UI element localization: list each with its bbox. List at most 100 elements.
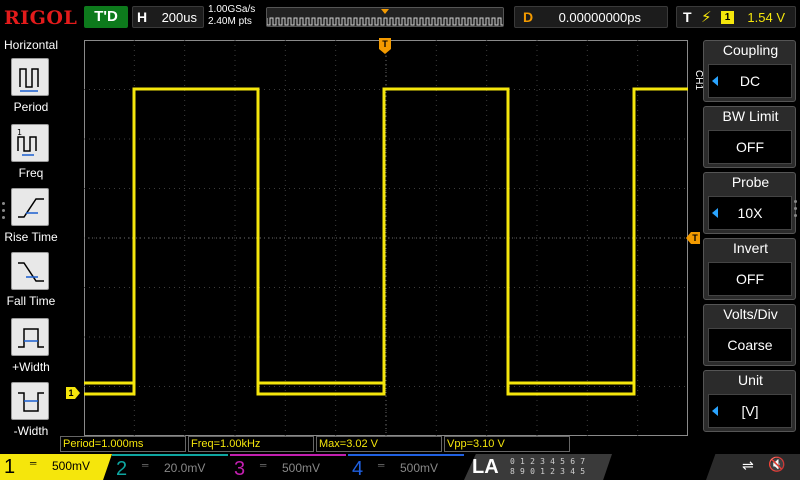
dc-coupling-icon: ═: [260, 460, 267, 470]
trigger-position-label: T: [382, 39, 388, 49]
dc-coupling-icon: ═: [30, 458, 37, 468]
measurement-max[interactable]: Max=3.02 V: [316, 436, 442, 452]
horizontal-timebase[interactable]: H 200us: [132, 6, 204, 28]
rise-time-icon: [11, 188, 49, 226]
measurement-vpp[interactable]: Vpp=3.10 V: [444, 436, 570, 452]
system-status: ⇌ 🔇: [706, 454, 800, 480]
unit-softkey[interactable]: Unit [V]: [703, 370, 796, 432]
usb-icon: ⇌: [742, 458, 754, 474]
measure-neg-width-button[interactable]: -Width: [0, 382, 62, 444]
trigger-source: 1: [721, 11, 734, 24]
volts-div-value: Coarse: [708, 328, 792, 362]
measure-pos-width-button[interactable]: +Width: [0, 318, 62, 380]
measure-fall-time-button[interactable]: Fall Time: [0, 252, 62, 314]
measure-rise-time-label: Rise Time: [4, 230, 58, 244]
left-menu-title: Horizontal: [3, 38, 59, 52]
top-status-bar: RIGOL T'D H 200us 1.00GSa/s 2.40M pts D …: [0, 0, 800, 36]
trigger-settings[interactable]: T ⚡ 1 1.54 V: [676, 6, 796, 28]
period-icon: [11, 58, 49, 96]
acquisition-info: 1.00GSa/s 2.40M pts: [208, 4, 264, 32]
invert-softkey[interactable]: Invert OFF: [703, 238, 796, 300]
channel-3-number: 3: [234, 458, 246, 480]
graticule: [84, 40, 688, 436]
probe-softkey[interactable]: Probe 10X: [703, 172, 796, 234]
measure-freq-button[interactable]: 1 Freq: [0, 124, 62, 186]
bw-limit-title: BW Limit: [722, 108, 779, 124]
channel-3-scale: 500mV: [282, 461, 321, 475]
memory-overview-waveform: [267, 8, 503, 26]
invert-value: OFF: [708, 262, 792, 296]
channel-tab-label: CH1: [693, 69, 704, 90]
unit-value: [V]: [708, 394, 792, 428]
measurement-bar: Period=1.000ms Freq=1.00kHz Max=3.02 V V…: [60, 436, 700, 452]
measurement-freq[interactable]: Freq=1.00kHz: [188, 436, 314, 452]
bw-limit-softkey[interactable]: BW Limit OFF: [703, 106, 796, 168]
memory-overview-strip[interactable]: [266, 7, 504, 27]
right-menu-scroll-indicator: [794, 196, 798, 224]
trigger-level-label: T: [692, 233, 698, 243]
invert-title: Invert: [732, 240, 768, 256]
measure-rise-time-button[interactable]: Rise Time: [0, 188, 62, 250]
channel-1-number: 1: [4, 456, 16, 478]
pos-width-icon: [11, 318, 49, 356]
freq-icon: 1: [11, 124, 49, 162]
channel-4-number: 4: [352, 458, 364, 480]
speaker-muted-icon[interactable]: 🔇: [768, 457, 785, 473]
measure-period-label: Period: [13, 100, 49, 114]
la-bits-row-2: 8 9 0 1 2 3 4 5: [510, 467, 586, 476]
trigger-tag: T: [683, 9, 692, 25]
left-menu-scroll-indicator: [2, 198, 8, 228]
coupling-softkey[interactable]: Coupling DC: [703, 40, 796, 102]
trigger-position-marker-icon[interactable]: T: [379, 38, 391, 54]
channel-3-status[interactable]: 3 ═ 500mV: [230, 454, 346, 480]
rising-edge-icon: ⚡: [701, 8, 712, 26]
trigger-level: 1.54 V: [747, 10, 785, 25]
measure-neg-width-label: -Width: [13, 424, 49, 438]
fall-time-icon: [11, 252, 49, 290]
la-bits-row-1: 0 1 2 3 4 5 6 7: [510, 457, 586, 466]
bw-limit-value: OFF: [708, 130, 792, 164]
channel1-marker-label: 1: [68, 388, 73, 398]
probe-title: Probe: [731, 174, 770, 190]
neg-width-icon: [11, 382, 49, 420]
channel-4-status[interactable]: 4 ═ 500mV: [348, 454, 464, 480]
channel1-offset-marker-icon[interactable]: 1: [66, 384, 80, 399]
channel-4-scale: 500mV: [400, 461, 439, 475]
measurement-period[interactable]: Period=1.000ms: [60, 436, 186, 452]
trigger-level-marker-icon[interactable]: T: [686, 229, 700, 244]
logic-analyzer-status[interactable]: LA 0 1 2 3 4 5 6 7 8 9 0 1 2 3 4 5: [464, 454, 612, 480]
measure-pos-width-label: +Width: [12, 360, 50, 374]
right-channel-menu: Coupling DC BW Limit OFF Probe 10X Inver…: [703, 40, 800, 436]
timebase-value: 200us: [161, 10, 197, 25]
la-label: LA: [472, 456, 499, 478]
measure-freq-label: Freq: [18, 166, 44, 180]
channel-1-status[interactable]: 1 ═ 500mV: [0, 454, 112, 480]
volts-div-softkey[interactable]: Volts/Div Coarse: [703, 304, 796, 366]
probe-value: 10X: [708, 196, 792, 230]
probe-arrow-icon: [712, 208, 718, 218]
dc-coupling-icon: ═: [142, 460, 149, 470]
volts-div-title: Volts/Div: [723, 306, 778, 322]
channel-2-number: 2: [116, 458, 128, 480]
measure-period-button[interactable]: Period: [0, 58, 62, 120]
waveform-display[interactable]: [84, 40, 688, 436]
run-state-badge[interactable]: T'D: [84, 6, 128, 28]
rigol-logo: RIGOL: [4, 7, 78, 29]
horizontal-delay[interactable]: D 0.00000000ps: [514, 6, 668, 28]
svg-text:1: 1: [17, 128, 22, 137]
dc-coupling-icon: ═: [378, 460, 385, 470]
coupling-value: DC: [708, 64, 792, 98]
measure-fall-time-label: Fall Time: [6, 294, 56, 308]
channel-2-scale: 20.0mV: [164, 461, 206, 475]
memory-depth: 2.40M pts: [208, 16, 252, 27]
la-channel-bits: 0 1 2 3 4 5 6 7 8 9 0 1 2 3 4 5: [510, 457, 585, 477]
unit-arrow-icon: [712, 406, 718, 416]
channel-status-bar: 1 ═ 500mV 2 ═ 20.0mV 3 ═ 500mV 4 ═ 500mV…: [0, 452, 800, 480]
channel-1-scale: 500mV: [52, 459, 91, 473]
horizontal-tag: H: [137, 9, 148, 25]
delay-value: 0.00000000ps: [558, 10, 641, 25]
sample-rate: 1.00GSa/s: [208, 4, 256, 15]
unit-title: Unit: [738, 372, 763, 388]
channel-2-status[interactable]: 2 ═ 20.0mV: [112, 454, 228, 480]
left-measure-menu: Horizontal Period 1 Freq Rise Time Fall …: [0, 36, 62, 438]
